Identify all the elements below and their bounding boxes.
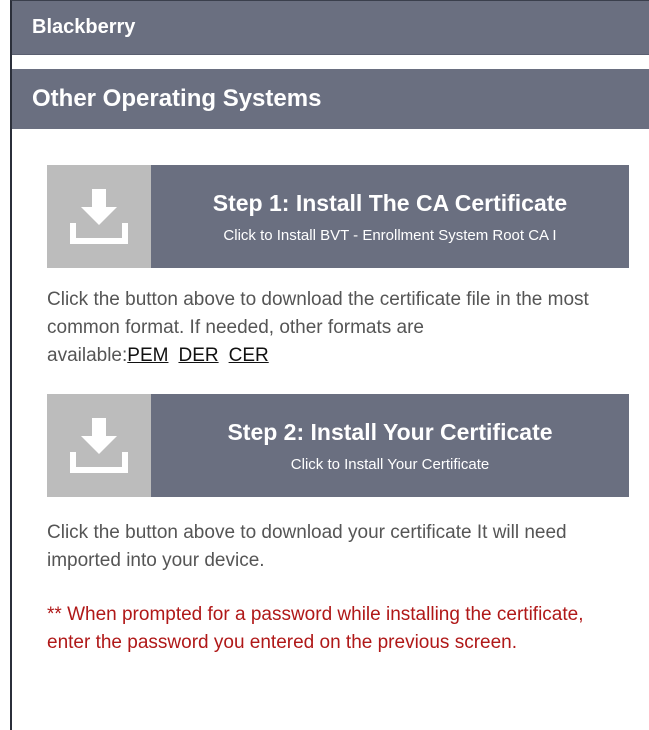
format-link-cer[interactable]: CER — [229, 345, 269, 366]
step1-subtitle: Click to Install BVT - Enrollment System… — [223, 226, 557, 244]
other-os-section-title: Other Operating Systems — [32, 85, 322, 112]
blackberry-section-title: Blackberry — [32, 16, 136, 38]
step2-text: Step 2: Install Your Certificate Click t… — [151, 394, 629, 497]
step2-title: Step 2: Install Your Certificate — [227, 418, 553, 445]
password-warning: ** When prompted for a password while in… — [47, 604, 584, 653]
other-os-section-header[interactable]: Other Operating Systems — [12, 69, 649, 129]
step2-description-text: Click the button above to download your … — [47, 522, 567, 571]
step2-description: Click the button above to download your … — [47, 519, 617, 575]
page-frame: Blackberry Other Operating Systems Step … — [10, 0, 649, 730]
download-icon — [47, 394, 151, 497]
download-icon — [47, 165, 151, 268]
install-ca-certificate-button[interactable]: Step 1: Install The CA Certificate Click… — [47, 165, 629, 268]
step1-text: Step 1: Install The CA Certificate Click… — [151, 165, 629, 268]
blackberry-section-header[interactable]: Blackberry — [12, 1, 649, 55]
format-link-pem[interactable]: PEM — [127, 345, 168, 366]
format-link-der[interactable]: DER — [178, 345, 218, 366]
step1-description: Click the button above to download the c… — [47, 286, 617, 370]
install-your-certificate-button[interactable]: Step 2: Install Your Certificate Click t… — [47, 394, 629, 497]
section-content: Step 1: Install The CA Certificate Click… — [12, 129, 629, 657]
step2-subtitle: Click to Install Your Certificate — [290, 455, 490, 473]
step1-title: Step 1: Install The CA Certificate — [212, 189, 568, 216]
section-divider — [12, 55, 649, 69]
